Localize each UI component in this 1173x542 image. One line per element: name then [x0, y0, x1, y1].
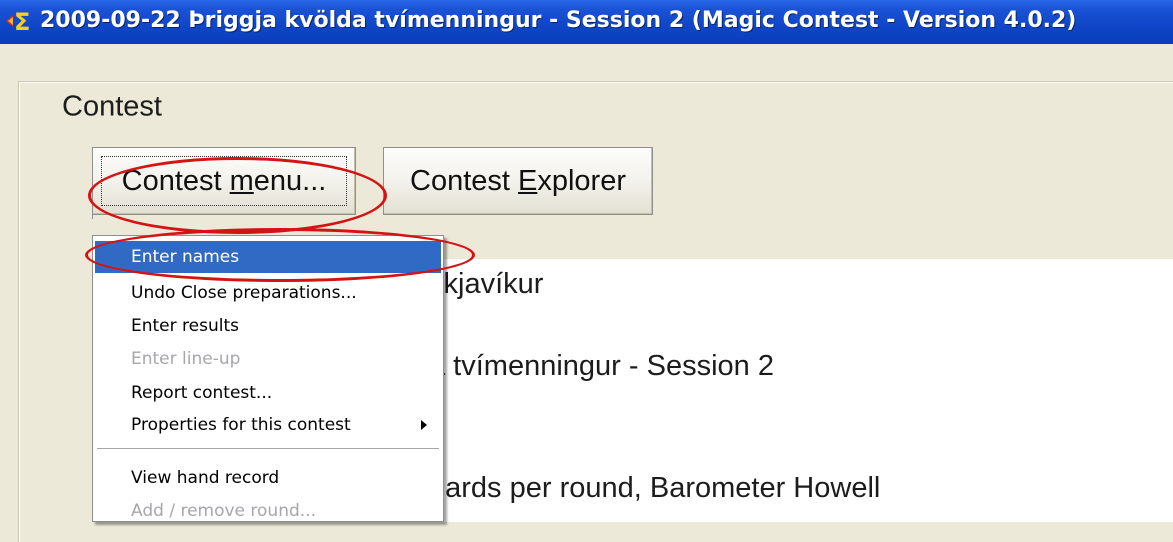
- contest-location-text: ykjavíkur: [429, 268, 544, 300]
- menu-item-add-remove-round: Add / remove round...: [131, 501, 316, 521]
- contest-name-text: a tvímenningur - Session 2: [429, 350, 774, 382]
- sigma-app-icon: Σ: [6, 8, 30, 36]
- menu-item-enter-results[interactable]: Enter results: [95, 310, 441, 342]
- contest-group-label: Contest: [60, 90, 164, 124]
- menu-item-view-hand-record[interactable]: View hand record: [95, 462, 441, 494]
- contest-dropdown-menu: Enter names Undo Close preparations... E…: [92, 235, 444, 522]
- menu-item-enter-line-up: Enter line-up: [131, 349, 241, 369]
- menu-separator: [97, 448, 439, 450]
- window-title: 2009-09-22 Þriggja kvölda tvímenningur -…: [40, 8, 1077, 33]
- menu-item-enter-names[interactable]: Enter names: [95, 241, 441, 273]
- contest-movement-text: oards per round, Barometer Howell: [429, 472, 881, 504]
- contest-menu-button[interactable]: Contest menu...: [92, 147, 356, 215]
- menu-item-properties[interactable]: Properties for this contest: [95, 409, 441, 441]
- menu-item-report-contest[interactable]: Report contest...: [95, 377, 441, 409]
- submenu-arrow-icon: [421, 420, 427, 430]
- contest-explorer-label: Contest Explorer: [410, 164, 626, 197]
- title-bar[interactable]: Σ 2009-09-22 Þriggja kvölda tvímenningur…: [0, 0, 1173, 44]
- contest-explorer-button[interactable]: Contest Explorer: [383, 147, 653, 215]
- menu-item-properties-label: Properties for this contest: [131, 415, 351, 435]
- focus-rectangle: [101, 156, 347, 206]
- svg-text:Σ: Σ: [14, 8, 30, 36]
- menu-item-undo-close-preparations[interactable]: Undo Close preparations...: [95, 277, 441, 309]
